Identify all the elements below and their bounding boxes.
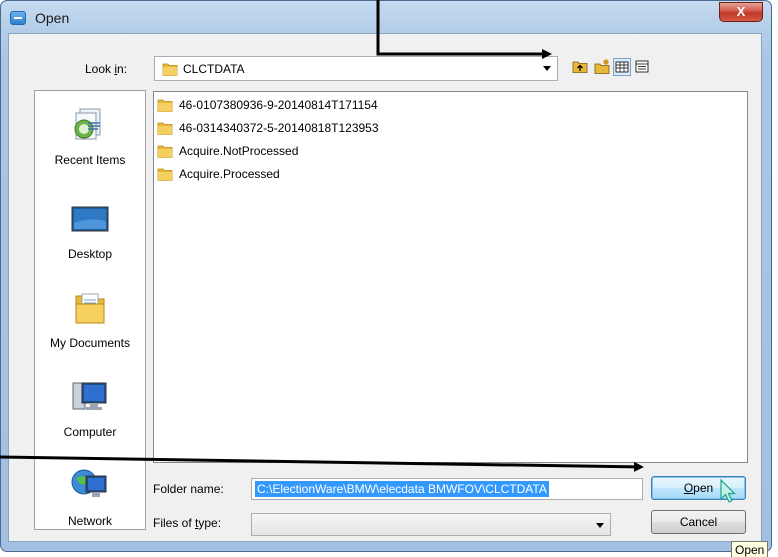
my-documents-icon <box>75 293 105 324</box>
file-name: 46-0107380936-9-20140814T171154 <box>179 98 378 112</box>
place-computer[interactable]: Computer <box>35 363 145 449</box>
folder-name-value: C:\ElectionWare\BMW\elecdata BMWFOV\CLCT… <box>255 481 549 497</box>
view-menu-icon[interactable] <box>613 58 631 76</box>
files-of-type-dropdown[interactable] <box>251 513 611 536</box>
look-in-value: CLCTDATA <box>183 62 245 76</box>
folder-name-field[interactable]: C:\ElectionWare\BMW\elecdata BMWFOV\CLCT… <box>251 478 643 500</box>
desktop-icon <box>71 206 109 232</box>
new-folder-icon[interactable] <box>593 58 611 76</box>
place-label: Recent Items <box>54 153 126 167</box>
open-tooltip: Open <box>731 541 769 557</box>
folder-icon <box>157 99 173 112</box>
folder-icon <box>162 61 178 80</box>
up-folder-icon[interactable] <box>571 58 589 76</box>
folder-icon <box>157 145 173 158</box>
folder-icon <box>157 122 173 135</box>
file-name: Acquire.NotProcessed <box>179 144 299 158</box>
details-view-icon[interactable] <box>633 58 651 76</box>
file-list-view[interactable]: 46-0107380936-9-20140814T171154 46-03143… <box>153 91 748 463</box>
files-of-type-label: Files of type: <box>153 516 222 530</box>
place-label: Network <box>67 514 112 528</box>
file-name: 46-0314340372-5-20140818T123953 <box>179 121 379 135</box>
folder-name-label: Folder name: <box>153 482 224 496</box>
close-button[interactable]: X <box>719 2 763 22</box>
recent-items-icon <box>74 108 101 140</box>
place-my-documents[interactable]: My Documents <box>35 274 145 360</box>
mouse-cursor-icon <box>720 479 736 503</box>
look-in-dropdown[interactable]: CLCTDATA <box>154 56 558 81</box>
window-title: Open <box>35 10 70 26</box>
places-bar: Recent Items Desktop My Documents Comput… <box>34 90 146 530</box>
place-label: My Documents <box>49 336 131 350</box>
look-in-label: Look in: <box>85 62 128 76</box>
title-bar[interactable]: Open X <box>1 1 771 33</box>
network-icon <box>71 469 107 497</box>
place-network[interactable]: Network <box>35 452 145 538</box>
place-label: Computer <box>63 425 117 439</box>
dropdown-arrow-icon[interactable] <box>596 523 604 528</box>
dropdown-arrow-icon[interactable] <box>543 66 551 71</box>
file-name: Acquire.Processed <box>179 167 280 181</box>
screenshot-stage: Open X Look in: CLCTDATA Recent Items De… <box>0 0 778 557</box>
cancel-button[interactable]: Cancel <box>651 510 746 534</box>
app-icon <box>10 11 26 25</box>
place-recent-items[interactable]: Recent Items <box>35 91 145 177</box>
place-label: Desktop <box>67 247 113 261</box>
computer-icon <box>72 382 107 410</box>
folder-icon <box>157 168 173 181</box>
place-desktop[interactable]: Desktop <box>35 185 145 271</box>
